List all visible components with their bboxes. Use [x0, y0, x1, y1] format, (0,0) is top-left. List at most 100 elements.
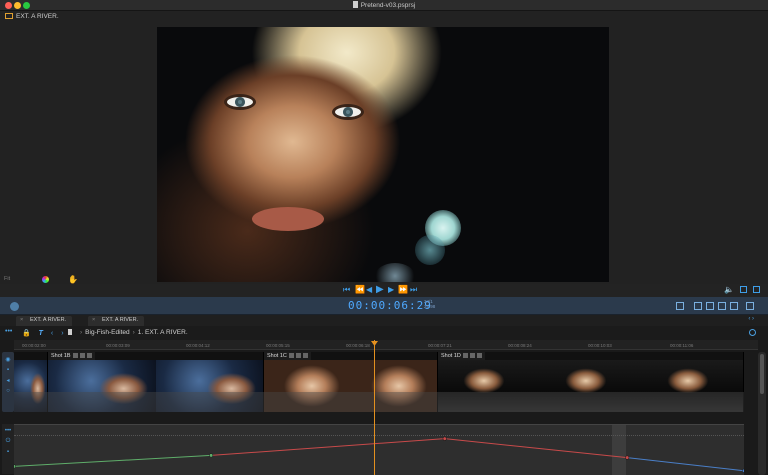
step-back-button[interactable]: ⏪ [355, 285, 365, 294]
timeline-tools: 🔒 T ‹ › [22, 329, 70, 337]
close-tab-icon[interactable]: × [92, 317, 95, 323]
go-to-start-button[interactable]: ⏮ [343, 285, 350, 295]
monitor-icon [5, 13, 13, 19]
lock-icon[interactable]: 🔒 [22, 330, 31, 337]
clip-lock-icon[interactable] [302, 353, 308, 358]
layout-full-icon[interactable] [746, 302, 754, 310]
forward-arrow-icon[interactable]: › [61, 330, 63, 337]
close-tab-icon[interactable]: × [20, 317, 23, 323]
target-icon[interactable]: ○ [2, 388, 14, 394]
clip-lock-icon[interactable] [86, 353, 92, 358]
lock-icon[interactable]: ▪ [2, 449, 14, 455]
clip-label: Shot 1C [267, 353, 287, 359]
image-bokeh-light [415, 235, 445, 265]
timecode-bar: 00:00:06:29 24/1 23.98 [0, 297, 768, 315]
breadcrumb-bar: ••• 🔒 T ‹ › › Big-Fish-Edited › 1. EXT. A R… [0, 326, 768, 340]
power-icon[interactable]: ⏻ [2, 438, 14, 445]
step-forward-button[interactable]: ⏩ [398, 285, 408, 294]
audio-keyframe[interactable] [442, 436, 447, 441]
layout-wide-icon[interactable] [730, 302, 738, 310]
sequence-tab[interactable]: × EXT. A RIVER. [16, 316, 73, 326]
clip-header: Shot 1B [48, 352, 95, 360]
audio-automation-curve[interactable] [14, 425, 744, 475]
play-button[interactable]: ▶ [376, 284, 384, 295]
eye-icon[interactable]: ◉ [2, 356, 14, 363]
window-title-text: Pretend-v03.psprsj [360, 2, 416, 9]
zoom-icon[interactable] [749, 329, 756, 336]
layout-stack-icon[interactable] [718, 302, 726, 310]
clip-fx-icon[interactable] [288, 353, 294, 358]
clip-fx-icon[interactable] [462, 353, 468, 358]
transport-controls: ⏮ ⏪ ◀ ▶ ▶ ⏩ ⏭ 🔈 [0, 284, 768, 297]
back-arrow-icon[interactable]: ‹ [51, 330, 53, 337]
zoom-fit-label[interactable]: Fit [4, 276, 10, 282]
timeline-scrollbar[interactable] [758, 352, 766, 475]
ruler-tick-label: 00:00:03:09 [106, 343, 130, 348]
fullscreen-icon[interactable] [753, 286, 760, 293]
speaker-icon[interactable]: ◂ [2, 377, 14, 384]
image-eye-left [227, 97, 253, 107]
layout-grid-icon[interactable] [706, 302, 714, 310]
audio-track[interactable] [14, 424, 744, 475]
audio-keyframe[interactable] [625, 455, 630, 460]
sequence-tab[interactable]: × EXT. A RIVER. [88, 316, 145, 326]
frame-back-button[interactable]: ◀ [366, 285, 372, 294]
audio-keyframe[interactable] [209, 453, 214, 458]
more-icon[interactable]: ••• [2, 428, 14, 434]
ruler-tick-label: 00:00:04:12 [186, 343, 210, 348]
layout-single-icon[interactable] [676, 302, 684, 310]
document-icon [68, 329, 72, 335]
more-icon[interactable]: ••• [5, 328, 12, 335]
clip-fx-icon[interactable] [72, 353, 78, 358]
tab-label: EXT. A RIVER. [30, 317, 67, 323]
ruler-tick-label: 00:00:11:06 [670, 343, 694, 348]
audio-curve-segment [14, 454, 212, 467]
timecode-display[interactable]: 00:00:06:29 [348, 299, 432, 312]
audio-curve-segment [627, 457, 744, 472]
fps-line2: 23.98 [424, 304, 436, 309]
ruler-tick-label: 00:00:08:24 [508, 343, 532, 348]
track-overlay [14, 392, 744, 412]
clip-lock-icon[interactable] [476, 353, 482, 358]
viewer-label: EXT. A RIVER. [5, 13, 59, 20]
video-frame[interactable] [157, 27, 609, 282]
time-ruler[interactable]: 00:00:02:00 00:00:03:09 00:00:04:12 00:0… [14, 340, 758, 350]
ruler-tick-label: 00:00:10:03 [588, 343, 612, 348]
title-tool-icon[interactable]: T [39, 330, 43, 337]
timeline-panel: 00:00:02:00 00:00:03:09 00:00:04:12 00:0… [0, 340, 768, 475]
audio-keyframe[interactable] [14, 464, 17, 469]
lock-icon[interactable]: ▪ [2, 367, 14, 373]
breadcrumb-item[interactable]: 1. EXT. A RIVER. [138, 329, 188, 336]
clip-settings-icon[interactable] [469, 353, 475, 358]
video-track[interactable]: Shot 1B Shot 1C Shot 1D [14, 352, 744, 412]
frame-forward-button[interactable]: ▶ [388, 285, 394, 294]
clip-label: Shot 1D [441, 353, 461, 359]
layout-split-icon[interactable] [694, 302, 702, 310]
hand-tool-icon[interactable]: ✋ [68, 275, 78, 284]
tab-label: EXT. A RIVER. [102, 317, 139, 323]
volume-icon[interactable]: 🔈 [724, 285, 734, 294]
breadcrumb: › Big-Fish-Edited › 1. EXT. A RIVER. [68, 329, 188, 336]
window-title: Pretend-v03.psprsj [0, 1, 768, 9]
loop-icon[interactable] [740, 286, 747, 293]
audio-keyframe[interactable] [741, 468, 744, 473]
color-wheel-icon[interactable] [42, 276, 49, 283]
audio-curve-segment [444, 438, 628, 459]
video-track-controls: ◉ ▪ ◂ ○ [2, 352, 14, 412]
clip-label: Shot 1B [51, 353, 71, 359]
viewer-panel: EXT. A RIVER. [0, 11, 768, 284]
ruler-tick-label: 00:00:05:15 [266, 343, 290, 348]
clip-settings-icon[interactable] [295, 353, 301, 358]
image-eye-right [335, 107, 361, 117]
ruler-tick-label: 00:00:07:21 [428, 343, 452, 348]
audio-track-controls: ••• ⏻ ▪ [2, 424, 14, 474]
tab-scroll-arrows[interactable]: ‹ › [748, 316, 754, 322]
clip-header: Shot 1D [438, 352, 485, 360]
clip-header: Shot 1C [264, 352, 311, 360]
playhead[interactable] [374, 340, 375, 475]
document-icon [352, 1, 358, 8]
go-to-end-button[interactable]: ⏭ [410, 285, 417, 295]
clip-settings-icon[interactable] [79, 353, 85, 358]
sequence-tab-bar: × EXT. A RIVER. × EXT. A RIVER. ‹ › [0, 315, 768, 326]
breadcrumb-item[interactable]: Big-Fish-Edited [85, 329, 129, 336]
